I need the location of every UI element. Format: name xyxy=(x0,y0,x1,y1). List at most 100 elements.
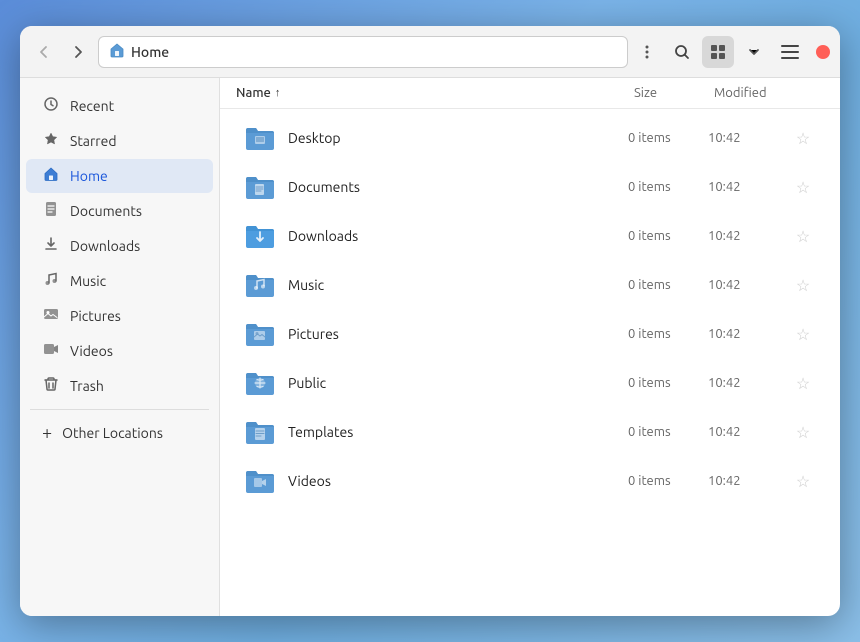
sidebar-item-home[interactable]: Home xyxy=(26,159,213,193)
star-button[interactable]: ☆ xyxy=(788,325,818,344)
downloads-icon xyxy=(42,236,60,256)
star-button[interactable]: ☆ xyxy=(788,227,818,246)
file-name: Music xyxy=(288,277,628,293)
folder-icon-desktop xyxy=(242,120,278,156)
sidebar-item-label: Pictures xyxy=(70,308,121,324)
column-size: Size xyxy=(634,86,714,100)
music-icon xyxy=(42,271,60,291)
location-home-icon xyxy=(109,42,125,61)
toolbar-right xyxy=(666,36,806,68)
plus-icon: + xyxy=(42,423,52,443)
sidebar-item-other-locations[interactable]: + Other Locations xyxy=(26,416,213,450)
file-area: Name ↑ Size Modified Desktop 0 items 10 xyxy=(220,78,840,616)
sidebar-item-videos[interactable]: Videos xyxy=(26,334,213,368)
folder-icon-public xyxy=(242,365,278,401)
close-button[interactable] xyxy=(816,45,830,59)
table-row[interactable]: Documents 0 items 10:42 ☆ xyxy=(226,163,834,211)
table-row[interactable]: Downloads 0 items 10:42 ☆ xyxy=(226,212,834,260)
view-dropdown-button[interactable] xyxy=(738,36,770,68)
file-size: 0 items xyxy=(628,131,708,145)
file-rows: Desktop 0 items 10:42 ☆ Documents 0 item… xyxy=(220,109,840,616)
back-button[interactable] xyxy=(30,38,58,66)
file-list-header: Name ↑ Size Modified xyxy=(220,78,840,109)
file-modified: 10:42 xyxy=(708,376,788,390)
file-size: 0 items xyxy=(628,327,708,341)
file-size: 0 items xyxy=(628,278,708,292)
forward-button[interactable] xyxy=(64,38,92,66)
file-modified: 10:42 xyxy=(708,131,788,145)
file-modified: 10:42 xyxy=(708,327,788,341)
documents-icon xyxy=(42,201,60,221)
sidebar-divider xyxy=(30,409,209,410)
table-row[interactable]: Music 0 items 10:42 ☆ xyxy=(226,261,834,309)
view-grid-button[interactable] xyxy=(702,36,734,68)
file-name: Desktop xyxy=(288,130,628,146)
main-area: Recent Starred Home Documents Downloads … xyxy=(20,78,840,616)
menu-button[interactable] xyxy=(774,36,806,68)
table-row[interactable]: Public 0 items 10:42 ☆ xyxy=(226,359,834,407)
folder-icon-documents xyxy=(242,169,278,205)
file-size: 0 items xyxy=(628,376,708,390)
file-modified: 10:42 xyxy=(708,180,788,194)
sidebar-item-documents[interactable]: Documents xyxy=(26,194,213,228)
file-name: Templates xyxy=(288,424,628,440)
file-manager-window: Home Recent S xyxy=(20,26,840,616)
sidebar: Recent Starred Home Documents Downloads … xyxy=(20,78,220,616)
file-size: 0 items xyxy=(628,229,708,243)
folder-icon-downloads xyxy=(242,218,278,254)
starred-icon xyxy=(42,131,60,151)
folder-icon-pictures xyxy=(242,316,278,352)
sidebar-item-label: Documents xyxy=(70,203,142,219)
table-row[interactable]: Videos 0 items 10:42 ☆ xyxy=(226,457,834,505)
column-modified: Modified xyxy=(714,86,794,100)
file-name: Pictures xyxy=(288,326,628,342)
folder-icon-templates xyxy=(242,414,278,450)
file-modified: 10:42 xyxy=(708,229,788,243)
sidebar-item-label: Recent xyxy=(70,98,114,114)
star-button[interactable]: ☆ xyxy=(788,374,818,393)
folder-icon-music xyxy=(242,267,278,303)
location-menu-button[interactable] xyxy=(634,39,660,65)
sidebar-item-downloads[interactable]: Downloads xyxy=(26,229,213,263)
file-modified: 10:42 xyxy=(708,278,788,292)
star-button[interactable]: ☆ xyxy=(788,178,818,197)
file-size: 0 items xyxy=(628,180,708,194)
sidebar-item-starred[interactable]: Starred xyxy=(26,124,213,158)
pictures-icon xyxy=(42,306,60,326)
file-modified: 10:42 xyxy=(708,474,788,488)
home-icon xyxy=(42,166,60,186)
videos-icon xyxy=(42,341,60,361)
star-button[interactable]: ☆ xyxy=(788,472,818,491)
sidebar-item-recent[interactable]: Recent xyxy=(26,89,213,123)
sidebar-item-label: Home xyxy=(70,168,108,184)
file-name: Videos xyxy=(288,473,628,489)
search-button[interactable] xyxy=(666,36,698,68)
trash-icon xyxy=(42,376,60,396)
sort-arrow: ↑ xyxy=(275,87,281,99)
sidebar-item-music[interactable]: Music xyxy=(26,264,213,298)
sidebar-item-trash[interactable]: Trash xyxy=(26,369,213,403)
location-bar[interactable]: Home xyxy=(98,36,628,68)
sidebar-item-label: Videos xyxy=(70,343,113,359)
sidebar-item-label: Downloads xyxy=(70,238,140,254)
sidebar-item-pictures[interactable]: Pictures xyxy=(26,299,213,333)
table-row[interactable]: Desktop 0 items 10:42 ☆ xyxy=(226,114,834,162)
file-name: Downloads xyxy=(288,228,628,244)
file-size: 0 items xyxy=(628,474,708,488)
star-button[interactable]: ☆ xyxy=(788,423,818,442)
file-name: Public xyxy=(288,375,628,391)
file-name: Documents xyxy=(288,179,628,195)
column-name[interactable]: Name ↑ xyxy=(236,86,634,100)
file-modified: 10:42 xyxy=(708,425,788,439)
folder-icon-videos xyxy=(242,463,278,499)
file-size: 0 items xyxy=(628,425,708,439)
other-locations-label: Other Locations xyxy=(62,425,163,441)
star-button[interactable]: ☆ xyxy=(788,276,818,295)
titlebar: Home xyxy=(20,26,840,78)
sidebar-item-label: Starred xyxy=(70,133,117,149)
table-row[interactable]: Templates 0 items 10:42 ☆ xyxy=(226,408,834,456)
location-text: Home xyxy=(131,44,169,60)
star-button[interactable]: ☆ xyxy=(788,129,818,148)
recent-icon xyxy=(42,96,60,116)
table-row[interactable]: Pictures 0 items 10:42 ☆ xyxy=(226,310,834,358)
